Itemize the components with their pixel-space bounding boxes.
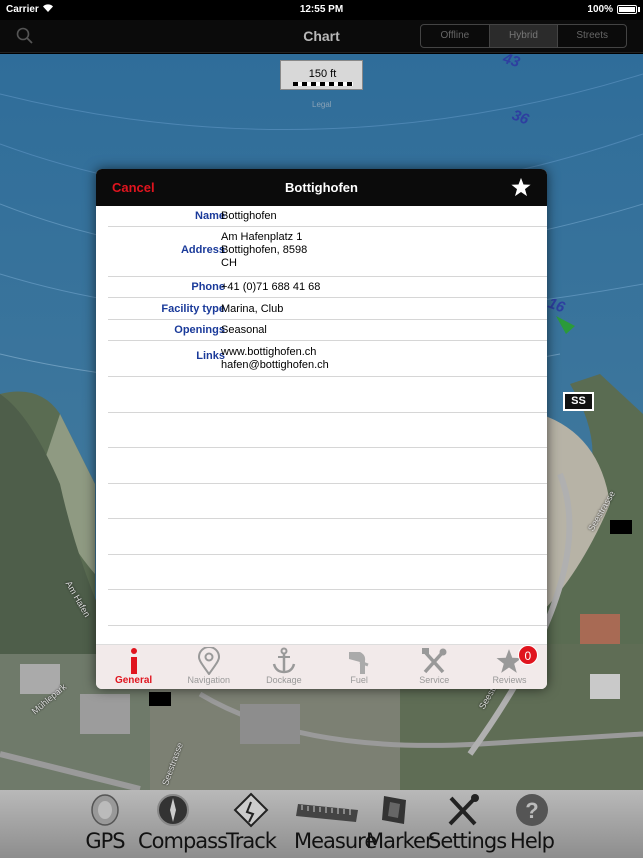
field-value: Bottighofen (221, 210, 277, 222)
toolbar-help[interactable]: ? Help (504, 790, 560, 858)
empty-row (108, 413, 547, 448)
ruler-icon (294, 792, 364, 828)
tab-label: Navigation (187, 675, 231, 685)
tab-fuel[interactable]: Fuel (322, 645, 397, 689)
tools-icon (421, 647, 447, 675)
tab-service[interactable]: Service (397, 645, 472, 689)
field-value: Seasonal (221, 324, 267, 336)
toolbar-label: Settings (428, 829, 507, 853)
compass-icon (138, 792, 208, 828)
toolbar-gps[interactable]: GPS (70, 790, 140, 858)
field-label: Phone (191, 281, 225, 293)
tab-navigation[interactable]: Navigation (171, 645, 246, 689)
map-label-box (149, 692, 171, 706)
tab-dockage[interactable]: Dockage (246, 645, 321, 689)
marina-detail-modal: Cancel Bottighofen Name Bottighofen Addr… (96, 169, 547, 689)
field-label: Facility type (161, 303, 225, 315)
toolbar-label: GPS (85, 829, 125, 853)
toolbar-label: Marker (366, 829, 434, 853)
scale-label: 150 ft (308, 68, 337, 80)
chart-mark-ss: SS (563, 392, 594, 411)
toolbar-settings[interactable]: Settings (428, 790, 507, 858)
tab-label: Dockage (266, 675, 302, 685)
info-icon (121, 647, 147, 675)
anchor-icon (271, 647, 297, 675)
field-value: +41 (0)71 688 41 68 (221, 281, 321, 293)
toolbar-label: Measure (294, 829, 377, 853)
field-label: Address (180, 244, 225, 256)
toolbar-marker[interactable]: Marker (366, 790, 434, 858)
map-type-segmented-control: Offline Hybrid Streets (420, 24, 627, 48)
status-bar: Carrier 12:55 PM 100% (0, 0, 643, 20)
battery-icon (617, 5, 637, 14)
toolbar-compass[interactable]: Compass (138, 790, 228, 858)
svg-text:?: ? (525, 798, 538, 823)
battery-percent: 100% (587, 4, 613, 15)
gps-icon (70, 792, 140, 828)
field-label: Openings (174, 324, 225, 336)
detail-row-facility-type: Facility type Marina, Club (108, 298, 547, 320)
field-value: Marina, Club (221, 303, 284, 315)
toolbar-measure[interactable]: Measure (294, 790, 377, 858)
favorite-star-icon[interactable] (511, 177, 531, 197)
reviews-count-badge: 0 (517, 645, 538, 665)
nav-bar: Chart Offline Hybrid Streets (0, 20, 643, 53)
toolbar-label: Compass (138, 829, 228, 853)
settings-icon (428, 792, 498, 828)
detail-row-address: Address Am Hafenplatz 1 Bottighofen, 859… (108, 227, 547, 277)
empty-row (108, 377, 547, 413)
empty-row (108, 555, 547, 590)
toolbar-label: Help (510, 829, 555, 853)
empty-row (108, 519, 547, 555)
help-icon: ? (504, 792, 560, 828)
scale-bar: 150 ft (280, 60, 363, 90)
marker-icon (366, 792, 426, 828)
field-value: Am Hafenplatz 1 Bottighofen, 8598 CH (221, 231, 308, 269)
detail-row-openings: Openings Seasonal (108, 320, 547, 341)
detail-list: Name Bottighofen Address Am Hafenplatz 1… (96, 206, 547, 626)
empty-row (108, 590, 547, 626)
tab-label: General (114, 675, 153, 686)
detail-tab-bar: General Navigation Dockage Fuel Service (96, 644, 547, 689)
tab-label: Reviews (492, 675, 527, 685)
bottom-toolbar: GPS Compass Track Measure Marker Setting… (0, 790, 643, 858)
empty-row (108, 448, 547, 484)
fuel-nozzle-icon (346, 647, 372, 675)
scale-ruler (293, 82, 353, 86)
legal-link[interactable]: Legal (312, 100, 332, 109)
track-icon (216, 792, 286, 828)
empty-row (108, 484, 547, 519)
modal-title: Bottighofen (285, 180, 358, 195)
field-value[interactable]: www.bottighofen.ch hafen@bottighofen.ch (221, 346, 329, 372)
tab-general[interactable]: General (96, 645, 171, 689)
tab-label: Fuel (350, 675, 368, 685)
tab-reviews[interactable]: Reviews 0 (472, 645, 547, 689)
modal-header: Cancel Bottighofen (96, 169, 547, 206)
detail-row-name: Name Bottighofen (108, 206, 547, 227)
location-pin-icon (196, 646, 222, 676)
status-time: 12:55 PM (299, 4, 344, 15)
detail-row-phone[interactable]: Phone +41 (0)71 688 41 68 (108, 277, 547, 298)
toolbar-label: Track (226, 829, 277, 853)
segment-hybrid[interactable]: Hybrid (489, 25, 559, 47)
segment-offline[interactable]: Offline (421, 25, 490, 47)
tab-label: Service (419, 675, 450, 685)
segment-streets[interactable]: Streets (558, 25, 626, 47)
map-label-box (610, 520, 632, 534)
detail-row-links[interactable]: Links www.bottighofen.ch hafen@bottighof… (108, 341, 547, 377)
toolbar-track[interactable]: Track (216, 790, 286, 858)
